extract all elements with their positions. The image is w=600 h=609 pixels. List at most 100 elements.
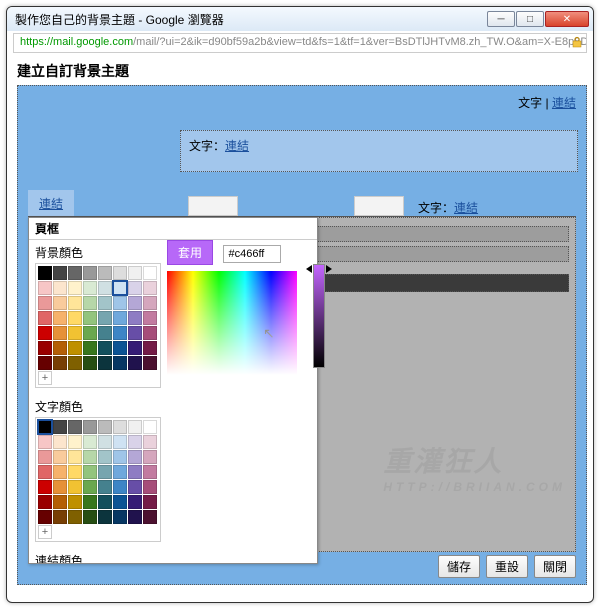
color-swatch[interactable] xyxy=(38,266,52,280)
color-swatch[interactable] xyxy=(98,450,112,464)
color-swatch[interactable] xyxy=(38,341,52,355)
color-swatch[interactable] xyxy=(128,356,142,370)
color-swatch[interactable] xyxy=(98,281,112,295)
add-color-button[interactable]: + xyxy=(38,525,52,539)
color-swatch[interactable] xyxy=(83,356,97,370)
color-swatch[interactable] xyxy=(113,495,127,509)
color-swatch[interactable] xyxy=(53,296,67,310)
color-swatch[interactable] xyxy=(128,495,142,509)
color-swatch[interactable] xyxy=(53,311,67,325)
color-swatch[interactable] xyxy=(68,326,82,340)
color-swatch[interactable] xyxy=(68,435,82,449)
color-swatch[interactable] xyxy=(98,266,112,280)
color-swatch[interactable] xyxy=(68,266,82,280)
color-swatch[interactable] xyxy=(53,495,67,509)
save-button[interactable]: 儲存 xyxy=(438,555,480,578)
color-swatch[interactable] xyxy=(98,311,112,325)
color-swatch[interactable] xyxy=(98,356,112,370)
color-swatch[interactable] xyxy=(68,450,82,464)
color-swatch[interactable] xyxy=(38,311,52,325)
color-swatch[interactable] xyxy=(113,465,127,479)
color-swatch[interactable] xyxy=(128,341,142,355)
color-swatch[interactable] xyxy=(83,420,97,434)
color-swatch[interactable] xyxy=(128,435,142,449)
close-button[interactable]: 關閉 xyxy=(534,555,576,578)
color-swatch[interactable] xyxy=(128,296,142,310)
color-swatch[interactable] xyxy=(143,465,157,479)
color-swatch[interactable] xyxy=(98,495,112,509)
color-swatch[interactable] xyxy=(38,281,52,295)
color-swatch[interactable] xyxy=(83,341,97,355)
color-swatch[interactable] xyxy=(128,326,142,340)
color-swatch[interactable] xyxy=(98,296,112,310)
color-swatch[interactable] xyxy=(53,266,67,280)
color-swatch[interactable] xyxy=(83,266,97,280)
color-swatch[interactable] xyxy=(38,356,52,370)
color-swatch[interactable] xyxy=(113,435,127,449)
color-swatch[interactable] xyxy=(68,510,82,524)
color-swatch[interactable] xyxy=(83,281,97,295)
color-swatch[interactable] xyxy=(83,311,97,325)
color-swatch[interactable] xyxy=(68,356,82,370)
color-swatch[interactable] xyxy=(143,420,157,434)
color-swatch[interactable] xyxy=(38,450,52,464)
add-color-button[interactable]: + xyxy=(38,371,52,385)
color-swatch[interactable] xyxy=(128,465,142,479)
color-swatch[interactable] xyxy=(113,341,127,355)
color-swatch[interactable] xyxy=(113,281,127,295)
color-swatch[interactable] xyxy=(53,341,67,355)
address-bar[interactable]: https://mail.google.com/mail/?ui=2&ik=d9… xyxy=(13,33,587,53)
color-swatch[interactable] xyxy=(38,326,52,340)
color-swatch[interactable] xyxy=(113,326,127,340)
preview-blank-field-1[interactable] xyxy=(188,196,238,216)
color-swatch[interactable] xyxy=(113,356,127,370)
preview-tab-text-link[interactable]: 連結 xyxy=(454,201,478,215)
color-swatch[interactable] xyxy=(38,465,52,479)
color-swatch[interactable] xyxy=(143,311,157,325)
color-swatch[interactable] xyxy=(38,495,52,509)
preview-header-link[interactable]: 連結 xyxy=(225,139,249,153)
apply-button[interactable]: 套用 xyxy=(167,240,213,265)
color-swatch[interactable] xyxy=(128,480,142,494)
color-swatch[interactable] xyxy=(98,435,112,449)
color-swatch[interactable] xyxy=(68,296,82,310)
color-swatch[interactable] xyxy=(128,281,142,295)
color-swatch[interactable] xyxy=(143,341,157,355)
color-swatch[interactable] xyxy=(98,480,112,494)
minimize-button[interactable]: ─ xyxy=(487,11,515,27)
color-swatch[interactable] xyxy=(53,480,67,494)
color-swatch[interactable] xyxy=(38,420,52,434)
color-swatch[interactable] xyxy=(113,296,127,310)
color-swatch[interactable] xyxy=(113,480,127,494)
preview-blank-field-2[interactable] xyxy=(354,196,404,216)
reset-button[interactable]: 重設 xyxy=(486,555,528,578)
color-swatch[interactable] xyxy=(143,266,157,280)
hex-input[interactable]: #c466ff xyxy=(223,245,281,263)
color-swatch[interactable] xyxy=(68,281,82,295)
color-swatch[interactable] xyxy=(128,420,142,434)
color-area[interactable]: ↖ xyxy=(167,271,297,375)
color-swatch[interactable] xyxy=(53,465,67,479)
color-swatch[interactable] xyxy=(53,450,67,464)
color-swatch[interactable] xyxy=(143,510,157,524)
color-swatch[interactable] xyxy=(98,510,112,524)
color-swatch[interactable] xyxy=(128,510,142,524)
color-swatch[interactable] xyxy=(38,296,52,310)
color-swatch[interactable] xyxy=(128,311,142,325)
color-swatch[interactable] xyxy=(98,465,112,479)
close-window-button[interactable]: ✕ xyxy=(545,11,589,27)
preview-tab[interactable]: 連結 xyxy=(28,190,74,216)
color-swatch[interactable] xyxy=(83,480,97,494)
color-swatch[interactable] xyxy=(68,480,82,494)
color-swatch[interactable] xyxy=(68,311,82,325)
color-swatch[interactable] xyxy=(98,341,112,355)
color-swatch[interactable] xyxy=(53,420,67,434)
color-swatch[interactable] xyxy=(113,311,127,325)
color-swatch[interactable] xyxy=(83,326,97,340)
color-swatch[interactable] xyxy=(38,435,52,449)
color-swatch[interactable] xyxy=(113,420,127,434)
color-swatch[interactable] xyxy=(98,420,112,434)
color-swatch[interactable] xyxy=(98,326,112,340)
preview-top-link[interactable]: 連結 xyxy=(552,96,576,110)
maximize-button[interactable]: □ xyxy=(516,11,544,27)
